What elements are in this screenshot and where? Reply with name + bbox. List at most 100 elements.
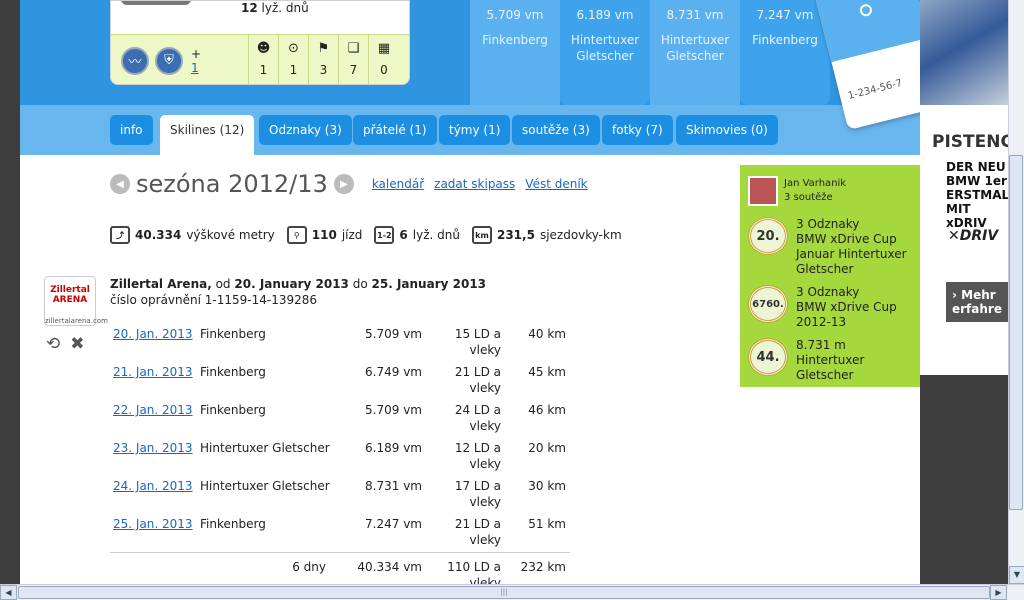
profile-actions: 〰 ⛨ + 1 — [111, 35, 249, 84]
total-ld: 110 LD a vleky — [430, 552, 505, 584]
enter-skipass-link[interactable]: zadat skipass — [434, 177, 515, 191]
visit-date-link[interactable]: 22. Jan. 2013 — [113, 403, 193, 417]
vertical-scroll-thumb[interactable] — [1009, 155, 1023, 510]
refresh-icon[interactable]: ⟲ — [46, 334, 60, 354]
visit-lifts: 15 LD a vleky — [454, 327, 501, 357]
ad-brand: PISTENC — [932, 132, 1008, 152]
avatar[interactable] — [121, 1, 191, 5]
horizontal-scrollbar[interactable]: ◀ ||| ▶ — [0, 584, 1024, 600]
resort-column[interactable]: 7.247 vm Finkenberg — [740, 0, 830, 105]
summary-label: výškové metry — [186, 228, 275, 242]
summary-value: 110 — [311, 228, 337, 242]
tab-friends[interactable]: přátelé (1) — [353, 115, 437, 145]
stat-book[interactable]: ❏ 7 — [339, 35, 369, 84]
visits-total-row: 6 dny 40.334 vm 110 LD a vleky 232 km — [110, 552, 570, 584]
plus-sign: + — [191, 46, 202, 61]
visit-vm: 5.709 vm — [365, 403, 422, 417]
advertisement[interactable]: PISTENC DER NEU BMW 1er ERSTMAL MIT xDRI… — [920, 0, 1008, 375]
visit-km: 46 km — [528, 403, 566, 417]
achievements-user[interactable]: Jan Varhanik 3 soutěže — [748, 173, 912, 209]
summary-days: 1-2 6 lyž. dnů — [374, 226, 460, 244]
vertical-scrollbar[interactable]: ▼ — [1008, 0, 1024, 584]
resort-name: Finkenberg — [752, 33, 818, 47]
visit-date-link[interactable]: 25. Jan. 2013 — [113, 517, 193, 531]
achievement-line2: BMW xDrive Cup 2012-13 — [796, 300, 897, 329]
smiley-icon: ☻ — [256, 41, 271, 56]
arrow-left-icon: ◀ — [116, 178, 124, 190]
visit-date: 25. Jan. 2013 — [110, 514, 200, 553]
visit-date-link[interactable]: 20. Jan. 2013 — [113, 327, 193, 341]
diary-link[interactable]: Vést deník — [525, 177, 587, 191]
flag-icon: ⚑ — [317, 41, 330, 56]
tab-photos[interactable]: fotky (7) — [602, 115, 673, 145]
stat-flag[interactable]: ⚑ 3 — [309, 35, 339, 84]
stat-target[interactable]: ⊙ 1 — [279, 35, 309, 84]
total-km: 232 km — [505, 552, 570, 584]
tab-badges[interactable]: Odznaky (3) — [259, 115, 352, 145]
achievement-line2: Hintertuxer Gletscher — [796, 353, 865, 382]
logo-url: zillertalarena.com — [45, 317, 108, 325]
delete-icon[interactable]: ✖ — [70, 334, 84, 354]
visit-row: 20. Jan. 2013 Finkenberg 5.709 vm 15 LD a v… — [110, 324, 570, 362]
visit-row: 24. Jan. 2013 Hintertuxer Gletscher 8.731 … — [110, 476, 570, 514]
summary-value: 231,5 — [496, 228, 535, 242]
stat-value: 7 — [349, 63, 358, 77]
summary-value: 6 — [399, 228, 408, 242]
laurel-icon: 44. — [748, 338, 788, 376]
visit-km: 20 km — [528, 441, 566, 455]
achievement-line1: 8.731 m — [796, 338, 846, 352]
visit-date-link[interactable]: 24. Jan. 2013 — [113, 479, 193, 493]
team-count-link[interactable]: 1 — [191, 61, 199, 75]
resort-column[interactable]: 5.709 vm Finkenberg — [470, 0, 560, 105]
summary-label: lyž. dnů — [412, 228, 460, 242]
tab-teams[interactable]: týmy (1) — [439, 115, 511, 145]
user-contests: 3 soutěže — [784, 192, 833, 203]
ad-logo: ✕DRIV — [948, 228, 999, 244]
resort-name: Finkenberg — [482, 33, 548, 47]
horizontal-scroll-thumb[interactable]: ||| — [18, 586, 990, 599]
achievements-panel: Jan Varhanik 3 soutěže 20. 3 Odznaky BMW… — [740, 165, 920, 387]
stat-smiley[interactable]: ☻ 1 — [249, 35, 279, 84]
tab-skilines[interactable]: Skilines (12) — [160, 115, 255, 155]
resort-logo: Zillertal ARENA zillertalarena.com — [44, 276, 108, 326]
prev-season-button[interactable]: ◀ — [110, 174, 130, 194]
lift-icon: ⚲ — [286, 226, 307, 244]
visit-location: Finkenberg — [200, 327, 266, 341]
next-season-button[interactable]: ▶ — [333, 174, 354, 194]
resort-name: Hintertuxer Gletscher — [660, 33, 730, 63]
visit-lifts: 12 LD a vleky — [454, 441, 501, 471]
season-links: kalendář zadat skipass Vést deník — [372, 177, 588, 191]
visit-vm: 8.731 vm — [365, 479, 422, 493]
resort-column[interactable]: 6.189 vm Hintertuxer Gletscher — [560, 0, 650, 105]
season-title: sezóna 2012/13 — [136, 170, 328, 198]
achievement-item[interactable]: 20. 3 Odznaky BMW xDrive Cup Januar Hint… — [748, 217, 912, 277]
achievement-item[interactable]: 6760. 3 Odznaky BMW xDrive Cup 2012-13 — [748, 285, 912, 330]
resort-column[interactable]: 8.731 vm Hintertuxer Gletscher — [650, 0, 740, 105]
visit-date-link[interactable]: 23. Jan. 2013 — [113, 441, 193, 455]
book-icon: ❏ — [347, 41, 360, 56]
stat-film[interactable]: ▦ 0 — [369, 35, 399, 84]
scroll-down-icon[interactable]: ▼ — [1009, 566, 1024, 584]
achievement-item[interactable]: 44. 8.731 m Hintertuxer Gletscher — [748, 338, 912, 383]
scroll-right-icon[interactable]: ▶ — [990, 585, 1007, 600]
scroll-left-icon[interactable]: ◀ — [0, 585, 17, 600]
pass-resort: Zillertal Arena, — [110, 277, 212, 291]
visit-row: 25. Jan. 2013 Finkenberg 7.247 vm 21 LD a v… — [110, 514, 570, 553]
summary-label: jízd — [341, 228, 363, 242]
ad-more-button[interactable]: › Mehr erfahre — [946, 282, 1008, 322]
chart-icon[interactable]: 〰 — [121, 46, 149, 75]
visit-lifts: 17 LD a vleky — [454, 479, 501, 509]
team-icon[interactable]: ⛨ — [155, 46, 183, 75]
user-avatar[interactable] — [748, 176, 778, 206]
tab-info[interactable]: info — [110, 115, 153, 145]
arrow-right-icon: ▶ — [339, 178, 348, 190]
visit-date-link[interactable]: 21. Jan. 2013 — [113, 365, 193, 379]
calendar-link[interactable]: kalendář — [372, 177, 424, 191]
tab-contests[interactable]: soutěže (3) — [512, 115, 600, 145]
tab-skimovies[interactable]: Skimovies (0) — [676, 115, 778, 145]
pass-header: Zillertal Arena, od 20. January 2013 do … — [110, 276, 486, 308]
profile-stats: 〰 ⛨ + 1 ☻ 1 ⊙ 1 ⚑ 3 ❏ 7 ▦ 0 — [111, 34, 409, 84]
visit-date: 21. Jan. 2013 — [110, 362, 200, 400]
visit-km: 51 km — [528, 517, 566, 531]
visits-table: 20. Jan. 2013 Finkenberg 5.709 vm 15 LD a v… — [110, 324, 570, 584]
